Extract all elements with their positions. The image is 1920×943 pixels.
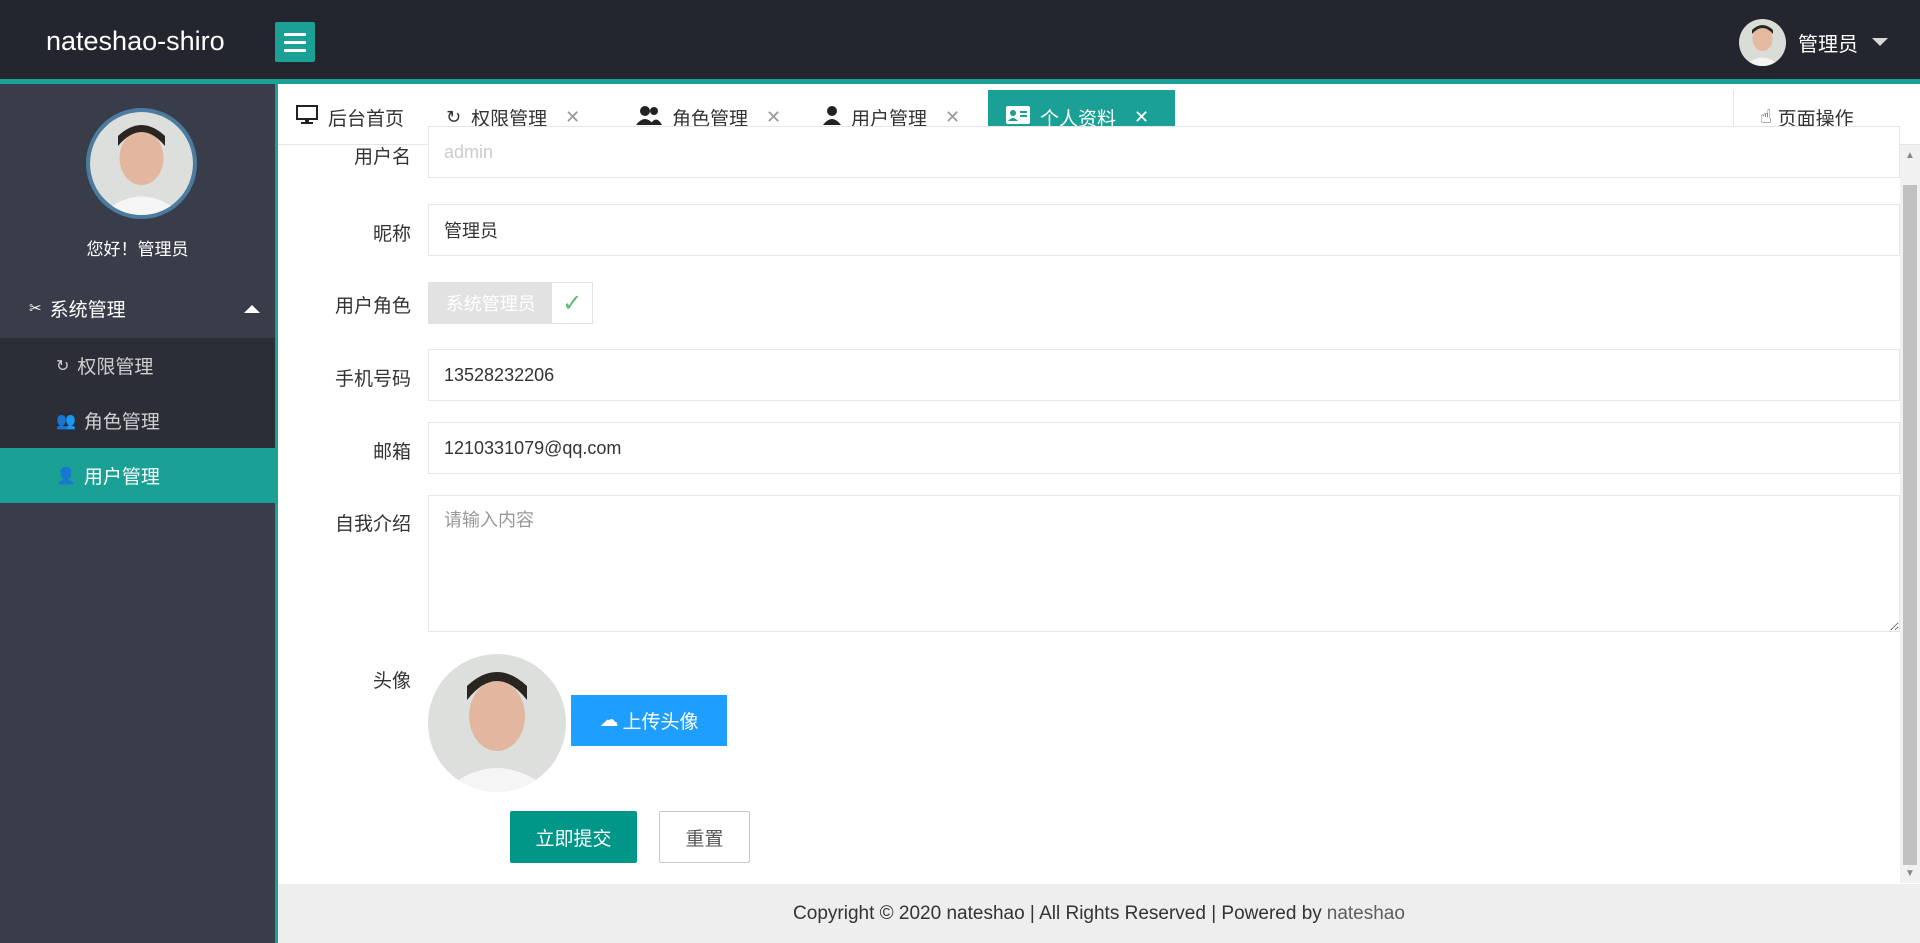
sidebar-item-roles[interactable]: 👥 角色管理	[0, 393, 275, 448]
intro-textarea[interactable]	[428, 495, 1900, 632]
close-icon[interactable]: ✕	[766, 107, 781, 128]
role-checkbox[interactable]: 系统管理员 ✓	[428, 282, 593, 324]
user-menu[interactable]: 管理员	[1739, 18, 1888, 66]
top-header: nateshao-shiro 管理员	[0, 0, 1920, 84]
tab-home[interactable]: 后台首页	[278, 90, 422, 145]
role-checkbox-label: 系统管理员	[429, 283, 553, 323]
check-icon: ✓	[552, 283, 592, 323]
avatar-label: 头像	[372, 671, 411, 692]
intro-label: 自我介绍	[334, 514, 411, 535]
role-label: 用户角色	[334, 296, 411, 317]
sidebar-item-label: 权限管理	[77, 357, 154, 378]
sidebar: 您好！管理员 ✂ 系统管理 ↻ 权限管理 👥 角色管理 👤 用户管理	[0, 84, 275, 943]
footer-link[interactable]: nateshao	[1327, 903, 1405, 925]
scrollbar-thumb[interactable]	[1903, 185, 1917, 865]
sidebar-item-users[interactable]: 👤 用户管理	[0, 448, 275, 503]
phone-label: 手机号码	[334, 369, 411, 390]
reset-button[interactable]: 重置	[659, 811, 750, 863]
close-icon[interactable]: ✕	[945, 107, 960, 128]
phone-field[interactable]	[428, 349, 1900, 401]
app-logo[interactable]: nateshao-shiro	[46, 24, 225, 58]
nickname-field[interactable]	[428, 204, 1900, 256]
nav-sub-menu: ↻ 权限管理 👥 角色管理 👤 用户管理	[0, 338, 275, 503]
menu-toggle-button[interactable]	[275, 22, 315, 62]
email-field[interactable]	[428, 422, 1900, 474]
scroll-up-arrow-icon[interactable]: ▲	[1900, 145, 1920, 165]
nav-group-label: 系统管理	[49, 299, 126, 321]
chevron-down-icon[interactable]	[1872, 38, 1888, 46]
greeting-text: 您好！管理员	[86, 240, 189, 259]
sidebar-item-label: 用户管理	[83, 467, 160, 488]
user-icon: 👤	[56, 467, 76, 485]
avatar-preview	[428, 654, 566, 792]
hamburger-icon-bar	[284, 48, 306, 52]
permission-icon: ↻	[446, 107, 462, 127]
upload-avatar-label: 上传头像	[622, 712, 699, 733]
permission-icon: ↻	[56, 357, 70, 375]
monitor-icon	[296, 105, 318, 130]
close-icon[interactable]: ✕	[1134, 107, 1149, 128]
nickname-label: 昵称	[372, 224, 411, 245]
chevron-up-icon	[244, 305, 260, 313]
sidebar-avatar	[86, 108, 197, 219]
sidebar-item-permissions[interactable]: ↻ 权限管理	[0, 338, 275, 393]
avatar[interactable]	[1739, 18, 1786, 66]
tools-icon: ✂	[29, 300, 42, 317]
upload-avatar-button[interactable]: ☁ 上传头像	[571, 695, 727, 746]
scroll-down-arrow-icon[interactable]: ▼	[1900, 863, 1920, 883]
main-content: 后台首页 ↻ 权限管理 ✕ 角色管理 ✕ 用户管理 ✕ 个人资料 ✕ ☝ 页面操…	[275, 84, 1920, 943]
page-footer: Copyright © 2020 nateshao | All Rights R…	[278, 884, 1920, 943]
hamburger-icon-bar	[284, 32, 306, 36]
sidebar-item-label: 角色管理	[83, 412, 160, 433]
footer-text: Copyright © 2020 nateshao | All Rights R…	[793, 902, 1322, 924]
cloud-upload-icon: ☁	[599, 710, 619, 731]
close-icon[interactable]: ✕	[565, 107, 580, 128]
tab-label: 后台首页	[328, 109, 405, 130]
submit-button[interactable]: 立即提交	[510, 811, 637, 863]
username-label: 用户名	[353, 147, 411, 168]
username-field[interactable]	[428, 126, 1900, 178]
email-label: 邮箱	[372, 442, 411, 463]
users-icon: 👥	[56, 412, 76, 430]
scrollbar[interactable]: ▲ ▼	[1900, 145, 1920, 883]
nav-group-system[interactable]: ✂ 系统管理	[0, 280, 275, 336]
hamburger-icon-bar	[284, 40, 306, 44]
user-name[interactable]: 管理员	[1798, 28, 1858, 57]
